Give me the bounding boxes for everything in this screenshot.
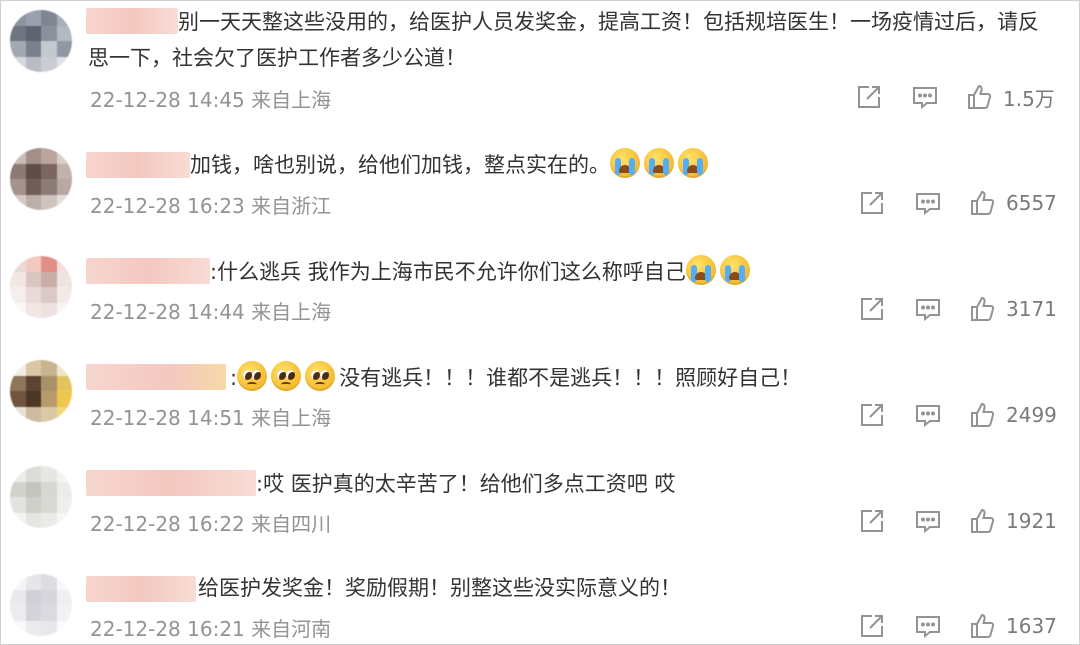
comment-icon bbox=[916, 616, 940, 639]
share-icon bbox=[861, 192, 883, 214]
like-button[interactable]: 1637 bbox=[968, 611, 1057, 641]
share-icon bbox=[861, 510, 883, 532]
comment-actions: 2499 bbox=[0, 400, 1080, 430]
comment-item: : 没有逃兵！！！谁都不是逃兵！！！照顾好自己！ 22-12-28 14:51 来… bbox=[0, 336, 1080, 442]
share-button[interactable] bbox=[855, 82, 883, 112]
like-count: 1.5万 bbox=[1003, 86, 1055, 111]
blurred-username[interactable] bbox=[86, 470, 256, 496]
share-button[interactable] bbox=[858, 506, 886, 536]
comment-text-content: :什么逃兵 我作为上海市民不允许你们这么称呼自己 bbox=[210, 260, 686, 284]
like-count: 2499 bbox=[1006, 403, 1057, 427]
thumbs-up-icon bbox=[971, 508, 995, 533]
like-count: 1921 bbox=[1006, 509, 1057, 533]
pleading-emoji bbox=[271, 361, 302, 391]
comment-item: 给医护发奖金！奖励假期！别整这些没实际意义的！ 22-12-28 16:21 来… bbox=[0, 548, 1080, 645]
comment-icon bbox=[916, 511, 940, 534]
comment-prefix: : bbox=[230, 366, 238, 390]
crying-emoji bbox=[644, 148, 674, 178]
like-button[interactable]: 1.5万 bbox=[965, 82, 1055, 112]
comment-text: :哎 医护真的太辛苦了！给他们多点工资吧 哎 bbox=[256, 466, 675, 502]
comment-icon bbox=[916, 193, 940, 216]
avatar[interactable] bbox=[10, 10, 72, 72]
crying-emoji bbox=[610, 148, 640, 178]
share-button[interactable] bbox=[858, 294, 886, 324]
comment-actions: 6557 bbox=[0, 188, 1080, 218]
comment-actions: 1.5万 bbox=[0, 82, 1080, 112]
comment-actions: 1637 bbox=[0, 611, 1080, 641]
blurred-username[interactable] bbox=[86, 576, 196, 602]
comment-button[interactable] bbox=[914, 400, 942, 430]
thumbs-up-icon bbox=[971, 296, 995, 321]
like-count: 1637 bbox=[1006, 614, 1057, 638]
comment-text: 别一天天整这些没用的，给医护人员发奖金，提高工资！包括规培医生！一场疫情过后，请… bbox=[88, 10, 1039, 70]
comment-text-content: :哎 医护真的太辛苦了！给他们多点工资吧 哎 bbox=[256, 472, 676, 496]
blurred-username[interactable] bbox=[86, 364, 226, 390]
crying-emoji bbox=[685, 255, 716, 285]
share-button[interactable] bbox=[858, 611, 886, 641]
comment-icon bbox=[916, 299, 940, 322]
comment-text: 加钱，啥也别说，给他们加钱，整点实在的。 bbox=[190, 147, 712, 183]
comment-text: : 没有逃兵！！！谁都不是逃兵！！！照顾好自己！ bbox=[230, 360, 801, 396]
comment-text: :什么逃兵 我作为上海市民不允许你们这么称呼自己 bbox=[210, 254, 754, 290]
pleading-emoji bbox=[305, 361, 336, 391]
pleading-emoji bbox=[237, 361, 268, 391]
like-count: 3171 bbox=[1006, 297, 1057, 321]
share-icon bbox=[861, 298, 883, 320]
like-button[interactable]: 3171 bbox=[968, 294, 1057, 324]
comment-text-content: 加钱，啥也别说，给他们加钱，整点实在的。 bbox=[190, 153, 610, 177]
comment-button[interactable] bbox=[914, 611, 942, 641]
comment-actions: 3171 bbox=[0, 294, 1080, 324]
share-icon bbox=[861, 615, 883, 637]
thumbs-up-icon bbox=[971, 190, 995, 215]
like-count: 6557 bbox=[1006, 191, 1057, 215]
comment-item: :哎 医护真的太辛苦了！给他们多点工资吧 哎 22-12-28 16:22 来自… bbox=[0, 442, 1080, 548]
comment-icon bbox=[916, 405, 940, 428]
share-icon bbox=[858, 86, 880, 108]
crying-emoji bbox=[719, 255, 750, 285]
thumbs-up-icon bbox=[968, 84, 992, 109]
share-button[interactable] bbox=[858, 400, 886, 430]
comment-text-content: 给医护发奖金！奖励假期！别整这些没实际意义的！ bbox=[198, 576, 681, 600]
comment-text: 给医护发奖金！奖励假期！别整这些没实际意义的！ bbox=[198, 570, 681, 606]
thumbs-up-icon bbox=[971, 402, 995, 427]
comment-icon bbox=[913, 87, 937, 110]
comment-button[interactable] bbox=[914, 188, 942, 218]
like-button[interactable]: 1921 bbox=[968, 506, 1057, 536]
like-button[interactable]: 6557 bbox=[968, 188, 1057, 218]
comment-actions: 1921 bbox=[0, 506, 1080, 536]
crying-emoji bbox=[678, 148, 708, 178]
comment-button[interactable] bbox=[911, 82, 939, 112]
share-icon bbox=[861, 404, 883, 426]
share-button[interactable] bbox=[858, 188, 886, 218]
comment-item: :什么逃兵 我作为上海市民不允许你们这么称呼自己 22-12-28 14:44 … bbox=[0, 230, 1080, 336]
comment-button[interactable] bbox=[914, 506, 942, 536]
comment-item: 加钱，啥也别说，给他们加钱，整点实在的。 22-12-28 16:23 来自浙江… bbox=[0, 120, 1080, 230]
comment-item: 别一天天整这些没用的，给医护人员发奖金，提高工资！包括规培医生！一场疫情过后，请… bbox=[0, 0, 1080, 120]
comment-text-content: 没有逃兵！！！谁都不是逃兵！！！照顾好自己！ bbox=[339, 366, 802, 390]
thumbs-up-icon bbox=[971, 613, 995, 638]
blurred-username[interactable] bbox=[86, 152, 190, 178]
comment-button[interactable] bbox=[914, 294, 942, 324]
like-button[interactable]: 2499 bbox=[968, 400, 1057, 430]
blurred-username[interactable] bbox=[86, 258, 210, 284]
